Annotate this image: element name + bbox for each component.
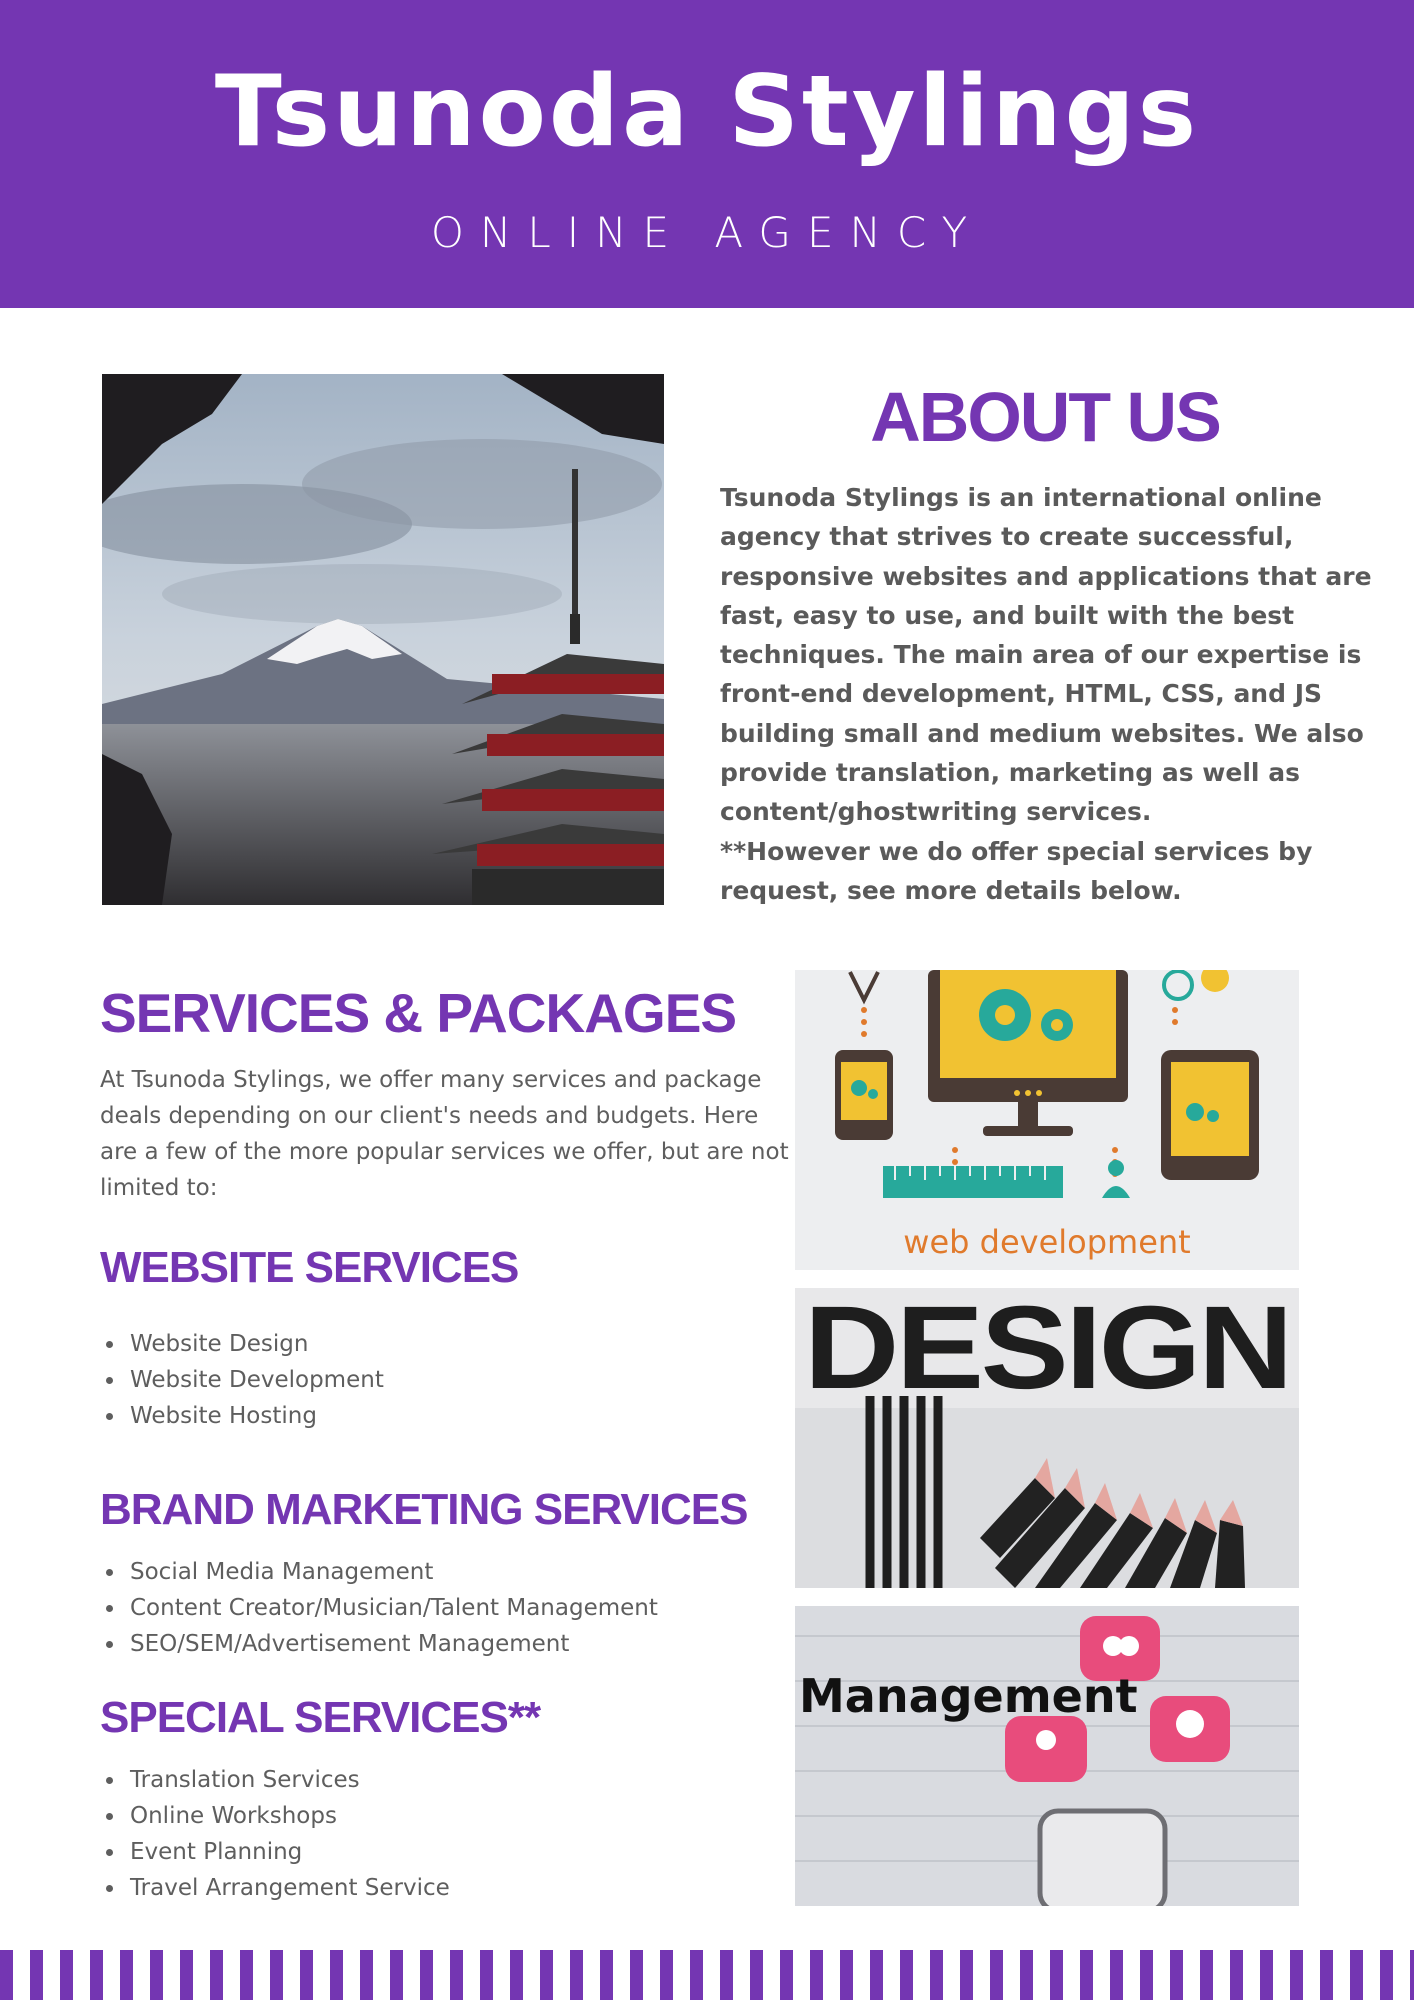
about-title: ABOUT US xyxy=(870,378,1222,456)
list-item: SEO/SEM/Advertisement Management xyxy=(100,1626,658,1662)
list-item: Website Development xyxy=(100,1362,384,1398)
brand-title: Tsunoda Stylings xyxy=(214,55,1200,169)
services-intro: At Tsunoda Stylings, we offer many servi… xyxy=(100,1067,789,1201)
about-body: Tsunoda Stylings is an international onl… xyxy=(720,483,1372,827)
list-item: Website Design xyxy=(100,1326,384,1362)
about-note: **However we do offer special services b… xyxy=(720,837,1313,906)
special-services-list: Translation Services Online Workshops Ev… xyxy=(100,1762,450,1906)
list-item: Website Hosting xyxy=(100,1398,384,1434)
web-development-caption: web development xyxy=(903,1223,1190,1261)
brand-subtitle: ONLINE AGENCY xyxy=(430,208,984,257)
services-title: SERVICES & PACKAGES xyxy=(100,982,737,1044)
list-item: Content Creator/Musician/Talent Manageme… xyxy=(100,1590,658,1626)
web-development-illustration: web development xyxy=(795,970,1299,1270)
brand-marketing-title: BRAND MARKETING SERVICES xyxy=(100,1485,748,1534)
header-banner: Tsunoda Stylings ONLINE AGENCY xyxy=(0,0,1414,308)
list-item: Event Planning xyxy=(100,1834,450,1870)
footer-stripes xyxy=(0,1950,1414,2000)
management-social-image: Management xyxy=(795,1606,1299,1906)
list-item: Travel Arrangement Service xyxy=(100,1870,450,1906)
mount-fuji-pagoda-photo xyxy=(102,374,664,905)
list-item: Translation Services xyxy=(100,1762,450,1798)
management-word: Management xyxy=(799,1669,1138,1723)
list-item: Online Workshops xyxy=(100,1798,450,1834)
design-word: DESIGN xyxy=(804,1288,1290,1414)
list-item: Social Media Management xyxy=(100,1554,658,1590)
brand-marketing-list: Social Media Management Content Creator/… xyxy=(100,1554,658,1662)
design-pencils-image: DESIGN xyxy=(795,1288,1299,1588)
special-services-title: SPECIAL SERVICES** xyxy=(100,1693,541,1742)
website-services-list: Website Design Website Development Websi… xyxy=(100,1326,384,1434)
website-services-title: WEBSITE SERVICES xyxy=(100,1243,519,1292)
